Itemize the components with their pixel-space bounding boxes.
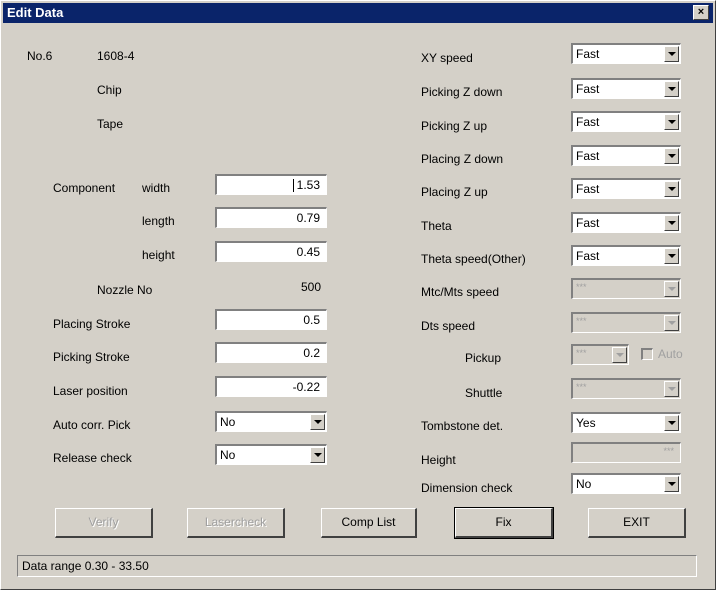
status-text: Data range 0.30 - 33.50 xyxy=(22,559,149,573)
placing-z-up-select[interactable]: Fast xyxy=(571,178,681,199)
length-input[interactable]: 0.79 xyxy=(215,207,327,228)
height-readonly-field: *** xyxy=(571,442,681,463)
shuttle-select: *** xyxy=(571,378,681,399)
nozzle-label: Nozzle No xyxy=(97,283,153,297)
xy-speed-label: XY speed xyxy=(421,51,473,65)
chevron-down-icon[interactable] xyxy=(664,248,679,264)
chevron-down-icon[interactable] xyxy=(310,447,325,463)
dts-speed-value: *** xyxy=(576,316,587,326)
close-icon[interactable]: × xyxy=(693,5,709,20)
theta-value: Fast xyxy=(576,216,600,230)
fix-button[interactable]: Fix xyxy=(454,507,554,539)
title-bar: Edit Data × xyxy=(3,3,713,23)
height-input[interactable]: 0.45 xyxy=(215,241,327,262)
placing-stroke-label: Placing Stroke xyxy=(53,317,131,331)
chevron-down-icon xyxy=(612,347,627,363)
part-number: No.6 xyxy=(27,49,53,63)
mtc-mts-speed-select: *** xyxy=(571,278,681,299)
exit-button[interactable]: EXIT xyxy=(588,508,686,538)
theta-label: Theta xyxy=(421,219,452,233)
picking-z-up-value: Fast xyxy=(576,115,600,129)
tombstone-det-select[interactable]: Yes xyxy=(571,412,681,433)
edit-data-window: Edit Data × No.6 1608-4 Chip Tape Compon… xyxy=(0,0,716,590)
chevron-down-icon xyxy=(664,381,679,397)
dts-speed-label: Dts speed xyxy=(421,319,476,333)
xy-speed-select[interactable]: Fast xyxy=(571,43,681,64)
width-label: width xyxy=(142,181,171,195)
mtc-mts-speed-value: *** xyxy=(576,282,587,292)
placing-z-down-value: Fast xyxy=(576,149,600,163)
comp-list-button[interactable]: Comp List xyxy=(321,508,417,538)
height-label: Height xyxy=(421,453,456,467)
placing-z-up-value: Fast xyxy=(576,182,600,196)
placing-z-down-label: Placing Z down xyxy=(421,152,504,166)
chevron-down-icon[interactable] xyxy=(664,415,679,431)
picking-z-down-select[interactable]: Fast xyxy=(571,78,681,99)
dimension-check-value: No xyxy=(576,477,592,491)
placing-z-up-label: Placing Z up xyxy=(421,185,488,199)
laser-position-label: Laser position xyxy=(53,384,128,398)
auto-corr-pick-value: No xyxy=(220,415,236,429)
height-label: height xyxy=(142,248,175,262)
xy-speed-value: Fast xyxy=(576,47,600,61)
picking-stroke-label: Picking Stroke xyxy=(53,350,130,364)
theta-speed-other-label: Theta speed(Other) xyxy=(421,252,526,266)
auto-corr-pick-select[interactable]: No xyxy=(215,411,327,432)
chevron-down-icon[interactable] xyxy=(664,81,679,97)
nozzle-value: 500 xyxy=(301,280,322,294)
dimension-check-label: Dimension check xyxy=(421,481,513,495)
picking-z-up-select[interactable]: Fast xyxy=(571,111,681,132)
chevron-down-icon xyxy=(664,281,679,297)
dts-speed-select: *** xyxy=(571,312,681,333)
chevron-down-icon[interactable] xyxy=(664,148,679,164)
auto-checkbox xyxy=(641,348,653,360)
theta-speed-other-value: Fast xyxy=(576,249,600,263)
dimension-check-select[interactable]: No xyxy=(571,473,681,494)
release-check-select[interactable]: No xyxy=(215,444,327,465)
width-value: 1.53 xyxy=(296,178,320,192)
part-size: 1608-4 xyxy=(97,49,135,63)
component-label: Component xyxy=(53,181,116,195)
picking-z-down-label: Picking Z down xyxy=(421,85,503,99)
placing-stroke-input[interactable]: 0.5 xyxy=(215,309,327,330)
window-title: Edit Data xyxy=(7,5,64,20)
auto-checkbox-label: Auto xyxy=(658,347,683,361)
shuttle-label: Shuttle xyxy=(465,386,503,400)
text-caret xyxy=(292,179,294,193)
lasercheck-button: Lasercheck xyxy=(187,508,285,538)
feeder-type: Tape xyxy=(97,117,124,131)
chevron-down-icon[interactable] xyxy=(310,414,325,430)
chevron-down-icon[interactable] xyxy=(664,215,679,231)
verify-button: Verify xyxy=(55,508,153,538)
pickup-select: *** xyxy=(571,344,629,365)
shuttle-value: *** xyxy=(576,382,587,392)
laser-position-input[interactable]: -0.22 xyxy=(215,376,327,397)
chevron-down-icon[interactable] xyxy=(664,114,679,130)
auto-corr-pick-label: Auto corr. Pick xyxy=(53,418,131,432)
theta-select[interactable]: Fast xyxy=(571,212,681,233)
part-type: Chip xyxy=(97,83,122,97)
chevron-down-icon[interactable] xyxy=(664,476,679,492)
pickup-label: Pickup xyxy=(465,351,502,365)
tombstone-det-label: Tombstone det. xyxy=(421,419,504,433)
picking-z-up-label: Picking Z up xyxy=(421,119,488,133)
tombstone-det-value: Yes xyxy=(576,416,596,430)
release-check-value: No xyxy=(220,448,236,462)
placing-z-down-select[interactable]: Fast xyxy=(571,145,681,166)
chevron-down-icon xyxy=(664,315,679,331)
release-check-label: Release check xyxy=(53,451,132,465)
picking-z-down-value: Fast xyxy=(576,82,600,96)
picking-stroke-input[interactable]: 0.2 xyxy=(215,342,327,363)
chevron-down-icon[interactable] xyxy=(664,46,679,62)
pickup-value: *** xyxy=(576,348,587,358)
length-label: length xyxy=(142,214,175,228)
mtc-mts-speed-label: Mtc/Mts speed xyxy=(421,285,500,299)
width-input[interactable]: 1.53 xyxy=(215,174,327,195)
theta-speed-other-select[interactable]: Fast xyxy=(571,245,681,266)
chevron-down-icon[interactable] xyxy=(664,181,679,197)
status-bar: Data range 0.30 - 33.50 xyxy=(17,555,697,577)
